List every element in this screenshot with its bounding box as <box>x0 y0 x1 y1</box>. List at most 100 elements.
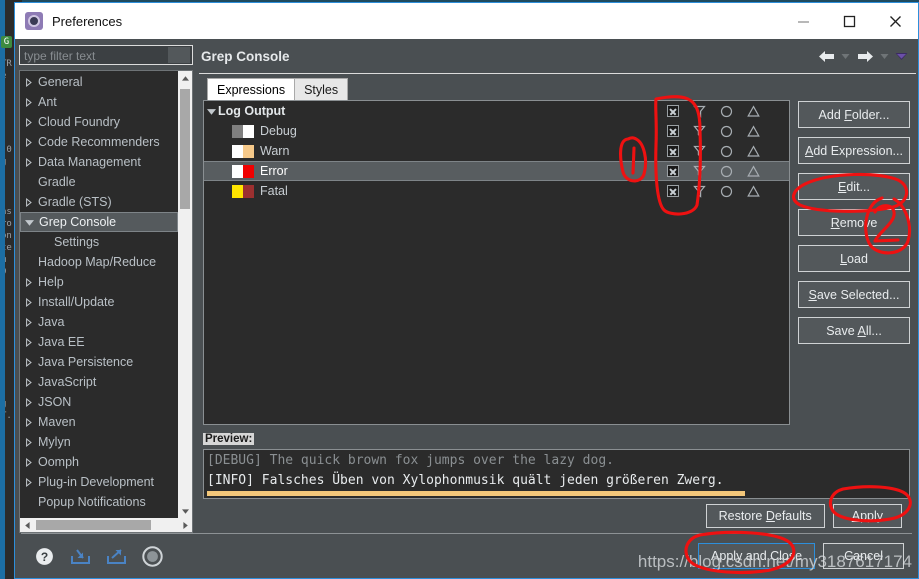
overflow-chevron-down-icon[interactable] <box>893 45 910 67</box>
sidebar-scroll-thumb[interactable] <box>180 89 190 209</box>
expand-arrow-right-icon[interactable] <box>20 437 36 447</box>
filter-input[interactable]: type filter text <box>19 45 193 65</box>
save-selected-button[interactable]: Save Selected... <box>798 281 910 308</box>
sidebar-item-cloud-foundry[interactable]: Cloud Foundry <box>20 112 178 132</box>
expand-arrow-down-icon[interactable] <box>204 107 218 116</box>
sidebar-item-ant[interactable]: Ant <box>20 92 178 112</box>
sidebar-item-grep-console[interactable]: Grep Console <box>20 212 178 232</box>
expand-arrow-right-icon[interactable] <box>20 377 36 387</box>
import-icon[interactable] <box>69 545 91 567</box>
circle-icon[interactable] <box>713 105 740 118</box>
triangle-icon[interactable] <box>740 104 767 118</box>
expression-row[interactable]: Warn <box>204 141 789 161</box>
sidebar-item-maven[interactable]: Maven <box>20 412 178 432</box>
apply-and-close-button[interactable]: Apply and Close <box>698 543 816 569</box>
expand-arrow-right-icon[interactable] <box>20 97 36 107</box>
expand-arrow-right-icon[interactable] <box>20 297 36 307</box>
sidebar-item-data-management[interactable]: Data Management <box>20 152 178 172</box>
expand-arrow-right-icon[interactable] <box>20 457 36 467</box>
expression-row[interactable]: Error <box>204 161 789 181</box>
triangle-icon[interactable] <box>740 184 767 198</box>
checkbox-checked-icon[interactable] <box>659 145 686 157</box>
expand-arrow-right-icon[interactable] <box>20 197 36 207</box>
expand-arrow-right-icon[interactable] <box>20 137 36 147</box>
sidebar-item-mylyn[interactable]: Mylyn <box>20 432 178 452</box>
sidebar-item-hadoop-map-reduce[interactable]: Hadoop Map/Reduce <box>20 252 178 272</box>
sidebar-item-javascript[interactable]: JavaScript <box>20 372 178 392</box>
back-history-chevron-down-icon[interactable] <box>839 45 852 67</box>
checkbox-checked-icon[interactable] <box>659 105 686 117</box>
sidebar-item-code-recommenders[interactable]: Code Recommenders <box>20 132 178 152</box>
expand-arrow-right-icon[interactable] <box>20 317 36 327</box>
checkbox-checked-icon[interactable] <box>659 165 686 177</box>
close-button[interactable] <box>872 3 918 39</box>
sidebar-item-java-persistence[interactable]: Java Persistence <box>20 352 178 372</box>
expression-row[interactable]: Fatal <box>204 181 789 201</box>
expand-arrow-right-icon[interactable] <box>20 357 36 367</box>
funnel-icon[interactable] <box>686 185 713 198</box>
expand-arrow-down-icon[interactable] <box>21 218 37 227</box>
maximize-button[interactable] <box>826 3 872 39</box>
sidebar-item-java-ee[interactable]: Java EE <box>20 332 178 352</box>
settings-circle-icon[interactable] <box>141 545 163 567</box>
circle-icon[interactable] <box>713 125 740 138</box>
expression-row[interactable]: Log Output <box>204 101 789 121</box>
restore-defaults-button[interactable]: Restore Defaults <box>705 504 825 528</box>
sidebar-item-plug-in-development[interactable]: Plug-in Development <box>20 472 178 492</box>
expand-arrow-right-icon[interactable] <box>20 277 36 287</box>
sidebar-scroll-track[interactable] <box>178 85 192 504</box>
sidebar-vertical-scrollbar[interactable] <box>178 71 192 518</box>
circle-icon[interactable] <box>713 185 740 198</box>
expand-arrow-right-icon[interactable] <box>20 117 36 127</box>
edit-button[interactable]: Edit... <box>798 173 910 200</box>
sidebar-item-java[interactable]: Java <box>20 312 178 332</box>
checkbox-checked-icon[interactable] <box>659 185 686 197</box>
tab-expressions[interactable]: Expressions <box>207 78 296 100</box>
triangle-icon[interactable] <box>740 144 767 158</box>
expand-arrow-right-icon[interactable] <box>20 77 36 87</box>
forward-history-chevron-down-icon[interactable] <box>878 45 891 67</box>
scroll-left-icon[interactable] <box>20 518 34 532</box>
sidebar-horizontal-scrollbar[interactable] <box>20 518 192 532</box>
sidebar-hscroll-thumb[interactable] <box>36 520 151 530</box>
triangle-icon[interactable] <box>740 164 767 178</box>
remove-button[interactable]: Remove <box>798 209 910 236</box>
sidebar-hscroll-track[interactable] <box>34 518 178 532</box>
scroll-down-icon[interactable] <box>178 504 192 518</box>
sidebar-item-json[interactable]: JSON <box>20 392 178 412</box>
funnel-icon[interactable] <box>686 125 713 138</box>
arrow-right-icon[interactable] <box>854 45 876 67</box>
sidebar-item-oomph[interactable]: Oomph <box>20 452 178 472</box>
load-button[interactable]: Load <box>798 245 910 272</box>
sidebar-item-popup-notifications[interactable]: Popup Notifications <box>20 492 178 512</box>
minimize-button[interactable] <box>780 3 826 39</box>
add-folder-button[interactable]: Add Folder... <box>798 101 910 128</box>
sidebar-item-help[interactable]: Help <box>20 272 178 292</box>
sidebar-item-gradle-sts[interactable]: Gradle (STS) <box>20 192 178 212</box>
expand-arrow-right-icon[interactable] <box>20 477 36 487</box>
sidebar-item-general[interactable]: General <box>20 72 178 92</box>
expressions-tree[interactable]: Log Output Debug Warn Error Fatal <box>203 100 790 425</box>
circle-icon[interactable] <box>713 165 740 178</box>
funnel-icon[interactable] <box>686 145 713 158</box>
save-all-button[interactable]: Save All... <box>798 317 910 344</box>
cancel-button[interactable]: Cancel <box>823 543 904 569</box>
apply-button[interactable]: Apply <box>832 504 902 528</box>
export-icon[interactable] <box>105 545 127 567</box>
expand-arrow-right-icon[interactable] <box>20 337 36 347</box>
help-icon[interactable]: ? <box>33 545 55 567</box>
sidebar-item-install-update[interactable]: Install/Update <box>20 292 178 312</box>
triangle-icon[interactable] <box>740 124 767 138</box>
sidebar-item-gradle[interactable]: Gradle <box>20 172 178 192</box>
add-expression-button[interactable]: Add Expression... <box>798 137 910 164</box>
expand-arrow-right-icon[interactable] <box>20 157 36 167</box>
expand-arrow-right-icon[interactable] <box>20 417 36 427</box>
expand-arrow-right-icon[interactable] <box>20 397 36 407</box>
sidebar-item-settings[interactable]: Settings <box>20 232 178 252</box>
circle-icon[interactable] <box>713 145 740 158</box>
arrow-left-icon[interactable] <box>815 45 837 67</box>
checkbox-checked-icon[interactable] <box>659 125 686 137</box>
funnel-icon[interactable] <box>686 165 713 178</box>
tab-styles[interactable]: Styles <box>294 78 349 100</box>
funnel-icon[interactable] <box>686 105 713 118</box>
